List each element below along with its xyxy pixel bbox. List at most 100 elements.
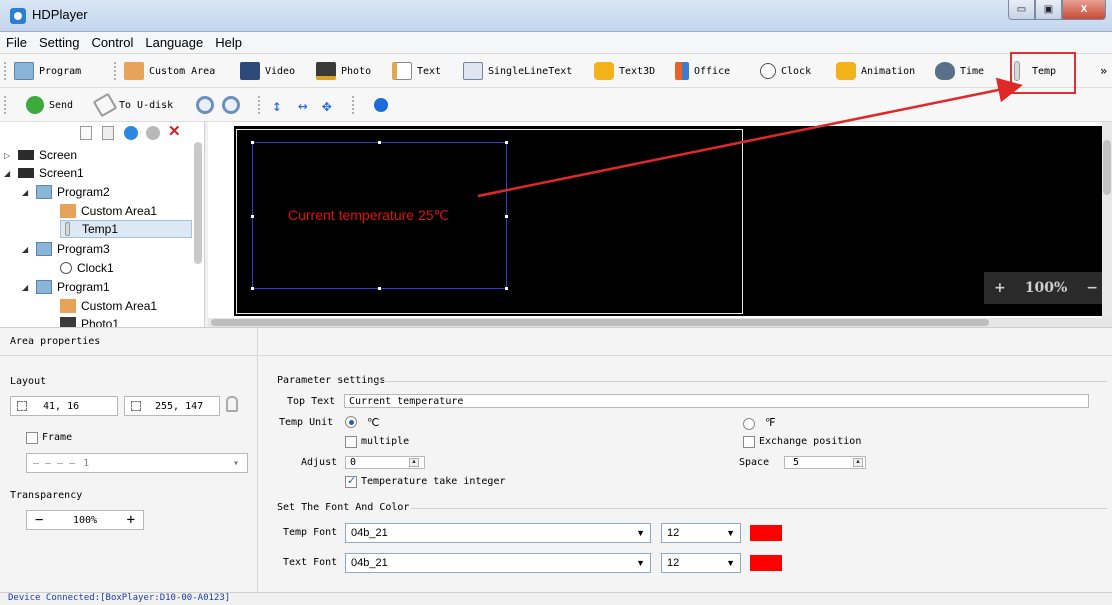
tree-item-program1[interactable]: ◢ Program1 — [22, 278, 110, 296]
frame-checkbox[interactable] — [26, 432, 38, 444]
paste-icon[interactable] — [102, 126, 114, 140]
zoom-in-icon — [196, 96, 214, 114]
celsius-radio[interactable] — [345, 416, 357, 428]
menu-help[interactable]: Help — [215, 35, 242, 50]
temp-font-size-select[interactable]: 12 ▼ — [661, 523, 741, 543]
integer-checkbox[interactable] — [345, 474, 357, 488]
collapse-arrow-icon[interactable]: ◢ — [22, 245, 32, 254]
text3d-button[interactable]: Text3D — [594, 60, 655, 82]
to-udisk-button[interactable]: To U-disk — [92, 92, 173, 118]
text-font-size-select[interactable]: 12 ▼ — [661, 553, 741, 573]
udisk-icon — [92, 92, 118, 118]
tree-scrollbar[interactable] — [194, 142, 202, 264]
transparency-stepper[interactable]: − 100% + — [26, 510, 144, 530]
tree-item-program3[interactable]: ◢ Program3 — [22, 240, 110, 258]
tree-item-screen1[interactable]: ◢ Screen1 — [4, 164, 84, 182]
tree-item-photo1[interactable]: Photo1 — [60, 315, 119, 327]
close-button[interactable]: X — [1062, 0, 1106, 20]
title-bar: HDPlayer ▭ ▣ X — [0, 0, 1112, 32]
space-spin-up[interactable]: ▲ — [853, 458, 863, 467]
play-button[interactable] — [374, 94, 393, 116]
tree-item-clock1[interactable]: Clock1 — [60, 259, 114, 277]
collapse-arrow-icon[interactable]: ◢ — [22, 283, 32, 292]
transparency-increase-button[interactable]: + — [127, 512, 135, 528]
resize-handle[interactable] — [505, 287, 508, 290]
top-text-input[interactable]: Current temperature — [344, 394, 1089, 408]
menu-control[interactable]: Control — [91, 35, 133, 50]
resize-handle[interactable] — [378, 287, 381, 290]
zoom-out-button[interactable]: − — [1086, 280, 1098, 296]
resize-handle[interactable] — [505, 215, 508, 218]
text-font-label: Text Font — [283, 557, 338, 568]
move-down-icon[interactable] — [146, 126, 160, 140]
fit-all-button[interactable]: ✥ — [322, 94, 332, 116]
tree-item-label: Screen1 — [39, 166, 84, 180]
tree-item-screen[interactable]: ▷ Screen — [4, 146, 77, 164]
single-line-text-label: SingleLineText — [488, 65, 573, 77]
text-button[interactable]: Text — [392, 60, 441, 82]
tree-item-label: Program1 — [57, 280, 110, 294]
menu-file[interactable]: File — [6, 35, 27, 50]
temp-font-select[interactable]: 04b_21 ▼ — [345, 523, 651, 543]
copy-icon[interactable] — [80, 126, 92, 140]
move-arrows-icon: ✥ — [322, 95, 332, 115]
office-button[interactable]: Office — [675, 60, 730, 82]
menu-language[interactable]: Language — [145, 35, 203, 50]
resize-handle[interactable] — [251, 141, 254, 144]
menu-setting[interactable]: Setting — [39, 35, 79, 50]
fahrenheit-radio[interactable] — [743, 418, 755, 430]
text-label: Text — [417, 65, 442, 77]
clock-icon — [760, 63, 776, 79]
canvas-horizontal-scrollbar[interactable] — [208, 318, 1112, 327]
window-controls: ▭ ▣ X — [1008, 0, 1106, 20]
transparency-decrease-button[interactable]: − — [35, 512, 43, 528]
resize-handle[interactable] — [505, 141, 508, 144]
photo-button[interactable]: Photo — [316, 60, 371, 82]
scroll-thumb[interactable] — [211, 319, 989, 326]
video-button[interactable]: Video — [240, 60, 295, 82]
preview-canvas[interactable]: Current temperature 25℃ + 100% − — [208, 122, 1112, 318]
scroll-thumb[interactable] — [1103, 140, 1111, 195]
exchange-position-checkbox[interactable] — [743, 436, 755, 448]
lock-icon[interactable] — [226, 396, 238, 412]
text-font-size-value: 12 — [667, 557, 680, 569]
time-button[interactable]: Time — [935, 60, 984, 82]
horizontal-fit-button[interactable]: ↔ — [298, 94, 308, 116]
move-up-icon[interactable] — [124, 126, 138, 140]
animation-button[interactable]: Animation — [836, 60, 915, 82]
minimize-button[interactable]: ▭ — [1008, 0, 1035, 20]
size-field[interactable]: 255, 147 — [124, 396, 220, 416]
program-button[interactable]: Program — [14, 60, 81, 82]
send-button[interactable]: Send — [26, 94, 73, 116]
clock-button[interactable]: Clock — [760, 60, 811, 82]
tree-item-custom-area1-b[interactable]: Custom Area1 — [60, 297, 157, 315]
text-font-select[interactable]: 04b_21 ▼ — [345, 553, 651, 573]
frame-style-select[interactable]: — — — — 1 ▾ — [26, 453, 248, 473]
text-font-color-swatch[interactable] — [750, 555, 782, 571]
position-field[interactable]: 41, 16 — [10, 396, 118, 416]
maximize-button[interactable]: ▣ — [1035, 0, 1062, 20]
custom-area-button[interactable]: Custom Area — [124, 60, 215, 82]
tree-item-temp1[interactable]: Temp1 — [60, 220, 192, 238]
zoom-in-button[interactable] — [196, 94, 219, 116]
collapse-arrow-icon[interactable]: ◢ — [22, 188, 32, 197]
multiple-checkbox[interactable] — [345, 436, 357, 448]
delete-icon[interactable]: ✕ — [168, 122, 181, 140]
zoom-in-button[interactable]: + — [994, 280, 1006, 296]
tree-item-program2[interactable]: ◢ Program2 — [22, 183, 110, 201]
vertical-fit-button[interactable]: ↕ — [272, 94, 282, 116]
collapse-arrow-icon[interactable]: ◢ — [4, 169, 14, 178]
resize-handle[interactable] — [251, 215, 254, 218]
adjust-spin-up[interactable]: ▲ — [409, 458, 419, 467]
zoom-out-button[interactable] — [222, 94, 245, 116]
expand-arrow-icon[interactable]: ▷ — [4, 151, 14, 160]
temp-font-color-swatch[interactable] — [750, 525, 782, 541]
frame-label: Frame — [42, 432, 73, 443]
chevron-down-icon: ▾ — [232, 457, 239, 469]
single-line-text-button[interactable]: SingleLineText — [463, 60, 572, 82]
canvas-vertical-scrollbar[interactable] — [1102, 122, 1112, 318]
tree-item-custom-area1[interactable]: Custom Area1 — [60, 202, 157, 220]
resize-handle[interactable] — [251, 287, 254, 290]
resize-handle[interactable] — [378, 141, 381, 144]
more-tools-button[interactable]: » — [1100, 60, 1107, 82]
